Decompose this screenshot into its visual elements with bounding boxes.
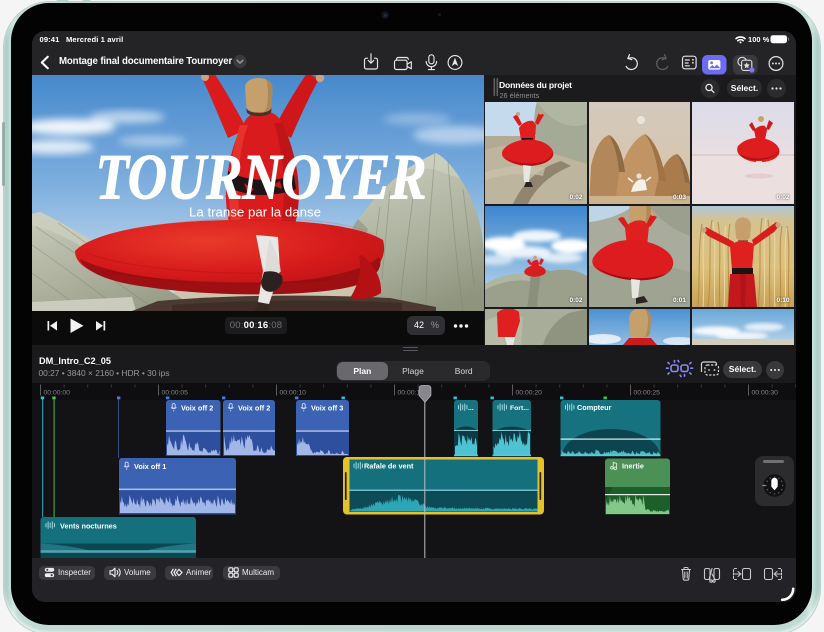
svg-text:Voix off 2: Voix off 2 [238,404,270,413]
svg-text:Fort...: Fort... [510,405,529,412]
svg-text:Voix off 3: Voix off 3 [311,404,343,413]
svg-text:Inertie: Inertie [622,462,644,471]
svg-text:Voix off 1: Voix off 1 [134,462,166,471]
svg-text:00:00:20: 00:00:20 [516,390,543,397]
svg-text:00:00:05: 00:00:05 [162,390,189,397]
svg-text:Rafale de vent: Rafale de vent [364,462,414,471]
svg-text:00:00:00: 00:00:00 [44,390,71,397]
svg-text:La transe par la danse: La transe par la danse [189,206,321,220]
svg-text:Voix off 2: Voix off 2 [181,404,213,413]
svg-text:00:00:25: 00:00:25 [634,390,661,397]
svg-text:Compteur: Compteur [577,403,612,412]
svg-text:00:00:10: 00:00:10 [280,390,307,397]
svg-text:00:00:30: 00:00:30 [752,390,779,397]
svg-text:Vents nocturnes: Vents nocturnes [60,522,117,531]
svg-text:TOURNOYER: TOURNOYER [96,142,427,214]
svg-text:...: ... [468,405,474,412]
